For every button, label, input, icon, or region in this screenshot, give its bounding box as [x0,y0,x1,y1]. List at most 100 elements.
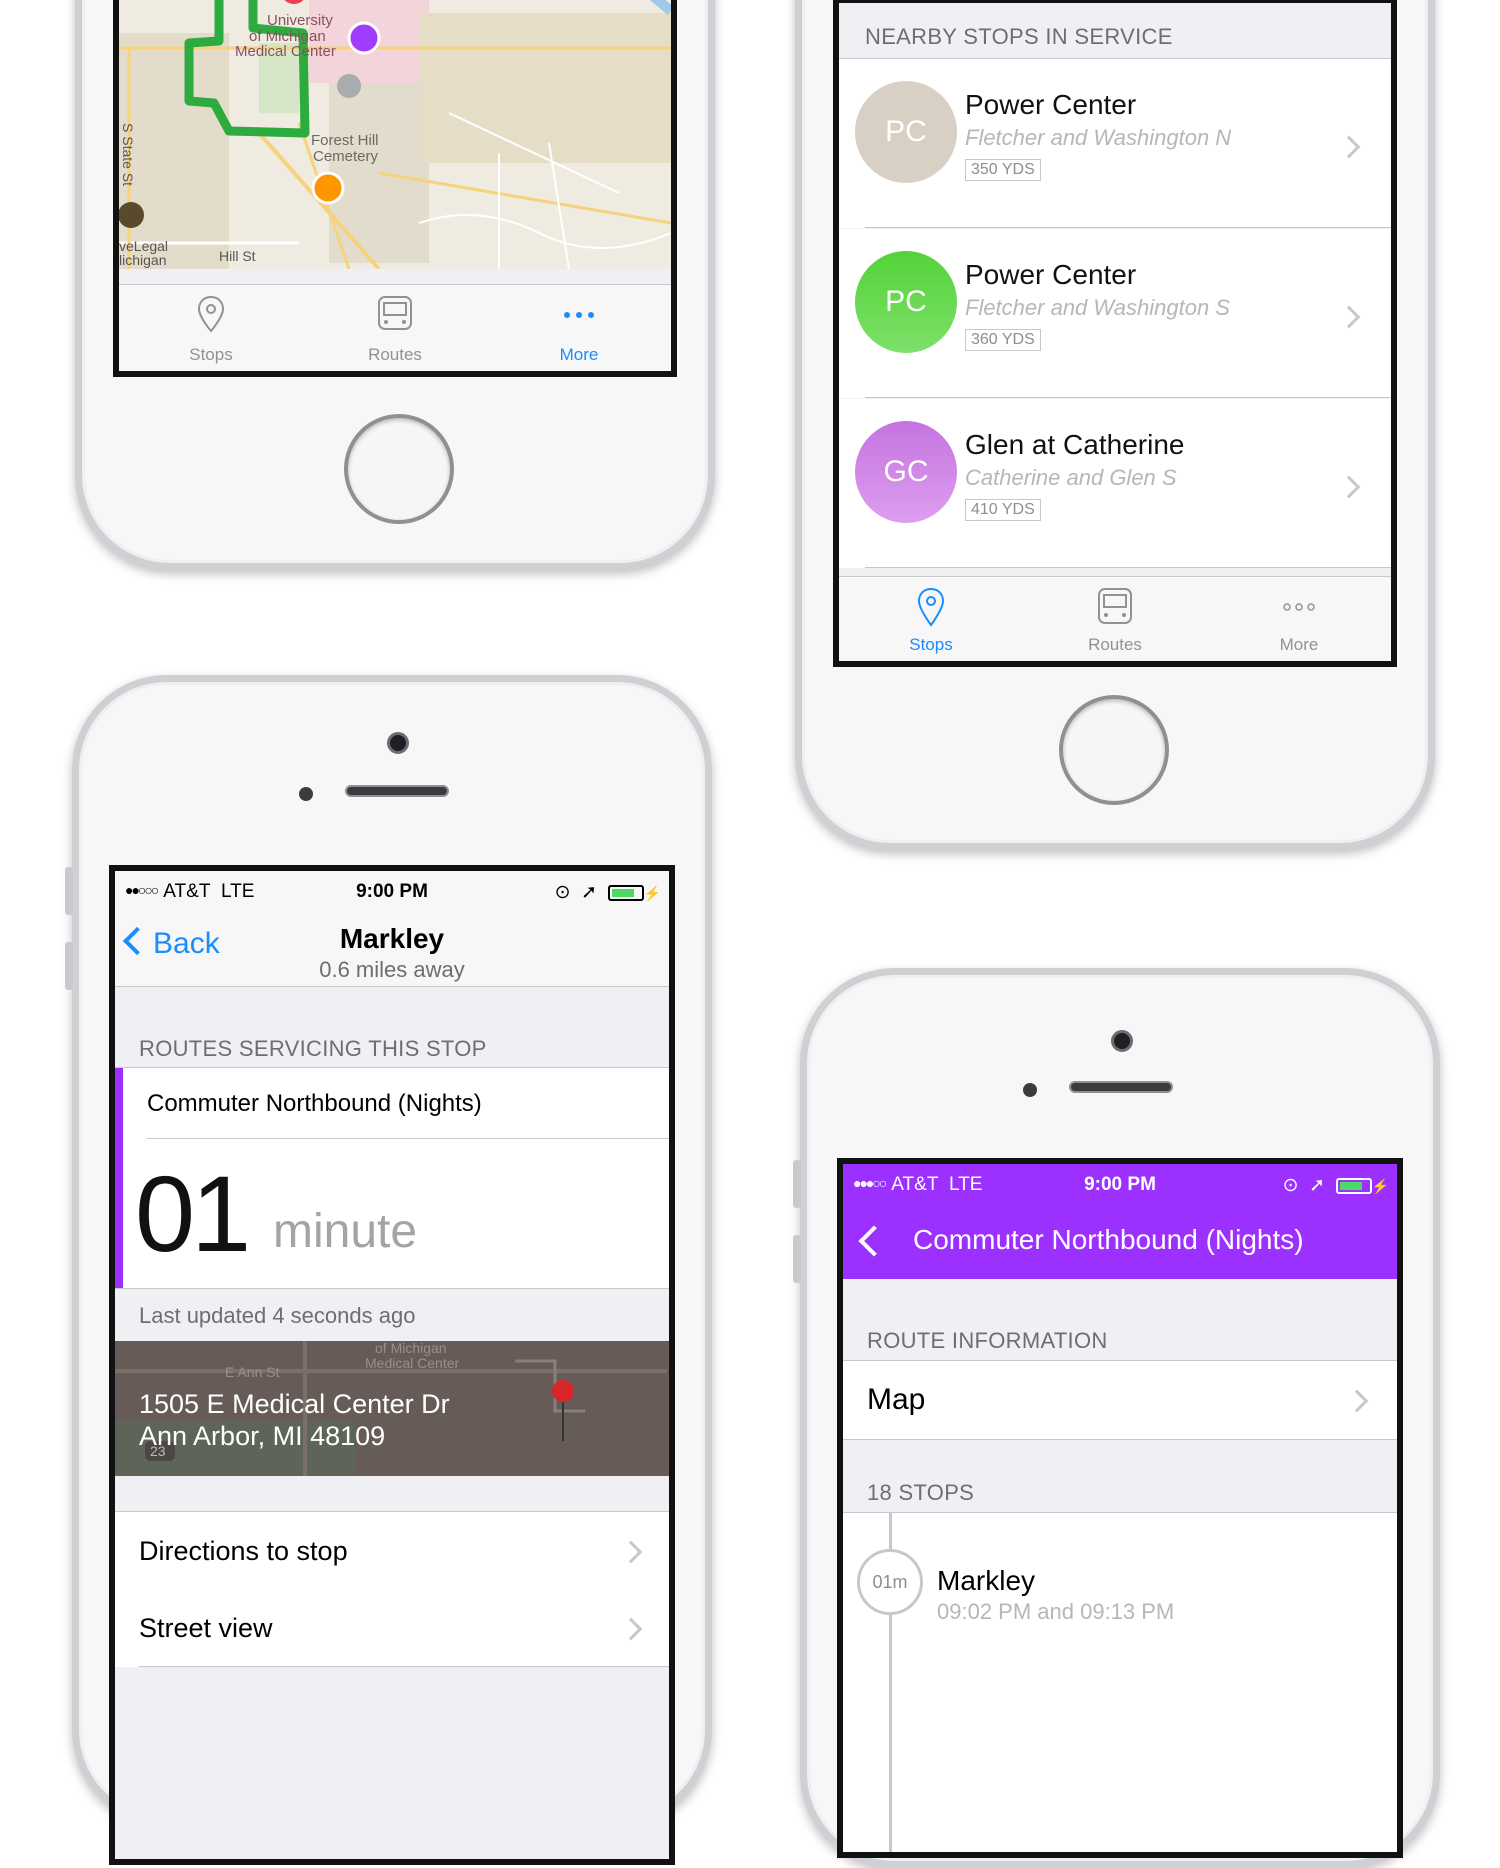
address-line1: 1505 E Medical Center Dr [139,1389,450,1419]
tab-label: More [559,345,599,364]
countdown-value: 01 [135,1153,251,1274]
stop-distance-badge: 350 YDS [965,159,1041,181]
stop-row[interactable]: PC Power Center Fletcher and Washington … [839,229,1391,398]
stop-cross-streets: Fletcher and Washington N [965,125,1232,150]
front-camera [1111,1030,1133,1052]
page-subtitle: 0.6 miles away [319,957,465,982]
stop-row[interactable]: PC Power Center Fletcher and Washington … [839,59,1391,228]
status-bar: ●●○○○ AT&T LTE 9:00 PM ⊙ ➚ ⚡ [115,871,669,913]
earpiece-speaker [345,785,449,797]
phone-nearby-stops: NEARBY STOPS IN SERVICE PC Power Center … [795,0,1435,850]
location-arrow-icon: ➚ [1309,1175,1325,1196]
stops-count-header: 18 STOPS [867,1480,975,1505]
countdown-unit: minute [273,1205,418,1258]
tab-more[interactable]: More [487,285,671,371]
page-title: Markley [339,923,445,954]
route-card[interactable]: Commuter Northbound (Nights) 01 minute [115,1067,669,1289]
phone-screen: NEARBY STOPS IN SERVICE PC Power Center … [833,0,1397,667]
location-arrow-icon: ➚ [581,882,597,903]
tab-label: Stops [909,635,953,654]
route-color-bar [115,1068,123,1288]
tab-routes[interactable]: Routes [1023,577,1207,661]
proximity-sensor [1023,1083,1037,1097]
bus-icon [1098,588,1132,624]
map-graphics: University of Michigan Medical Center Fo… [119,0,671,269]
tab-label: Routes [1088,635,1142,654]
stop-distance-badge: 360 YDS [965,329,1041,351]
svg-text:Medical Center: Medical Center [235,43,336,60]
route-map[interactable]: University of Michigan Medical Center Fo… [119,0,671,269]
svg-text:Hill St: Hill St [219,248,256,264]
tab-bar: Stops Routes More [839,576,1391,661]
route-stop-row[interactable]: 01m Markley 09:02 PM and 09:13 PM [843,1512,1397,1852]
chevron-right-icon [619,1617,643,1641]
route-info-header: ROUTE INFORMATION [867,1328,1108,1353]
address-line2: Ann Arbor, MI 48109 [139,1421,386,1451]
battery-icon [1335,1177,1372,1194]
proximity-sensor [299,787,313,801]
charging-icon: ⚡ [1371,1178,1389,1194]
stop-avatar: PC [855,81,957,183]
route-name: Commuter Northbound (Nights) [147,1090,482,1117]
map-row[interactable]: Map [843,1360,1397,1440]
tab-routes[interactable]: Routes [303,285,487,371]
row-label: Map [867,1383,926,1416]
stop-location-map[interactable]: of Michigan Medical Center E Ann St 23 1… [115,1341,669,1476]
charging-icon: ⚡ [643,885,661,901]
home-button[interactable] [344,414,454,524]
stop-row[interactable]: GC Glen at Catherine Catherine and Glen … [839,399,1391,568]
navigation-bar: ●●○○○ AT&T LTE 9:00 PM ⊙ ➚ ⚡ Back Markley… [115,871,669,987]
home-button[interactable] [1059,695,1169,805]
phone-stop-detail: ●●○○○ AT&T LTE 9:00 PM ⊙ ➚ ⚡ Back Markley… [65,675,712,1865]
earpiece-speaker [1069,1081,1173,1093]
rotation-lock-icon: ⊙ [554,882,571,903]
tab-stops[interactable]: Stops [839,577,1023,661]
stop-eta: 01m [872,1572,908,1592]
tab-label: Routes [368,345,422,364]
stop-name: Power Center [965,259,1137,290]
phone-map-screen: University of Michigan Medical Center Fo… [75,0,715,570]
map-pin-icon [917,587,945,627]
stop-eta-badge: 01m [857,1549,923,1615]
chevron-right-icon [1337,305,1361,329]
svg-text:lichigan: lichigan [119,252,166,268]
svg-text:Medical Center: Medical Center [365,1355,459,1371]
bus-icon [378,296,412,330]
phone-route-detail: ●●●○○ AT&T LTE 9:00 PM ⊙ ➚ ⚡ Commuter Nor… [793,968,1440,1868]
stop-cross-streets: Catherine and Glen S [965,465,1177,490]
phone-screen: University of Michigan Medical Center Fo… [113,0,677,377]
street-view-row[interactable]: Street view [115,1589,669,1667]
more-icon [1283,603,1315,611]
tab-label: Stops [189,345,233,364]
map-pin-icon [197,295,225,333]
last-updated: Last updated 4 seconds ago [139,1303,416,1328]
stop-distance-badge: 410 YDS [965,499,1041,521]
tab-stops[interactable]: Stops [119,285,303,371]
map-label-university: University [267,12,333,29]
phone-screen: ●●○○○ AT&T LTE 9:00 PM ⊙ ➚ ⚡ Back Markley… [109,865,675,1865]
section-header: ROUTES SERVICING THIS STOP [139,1036,487,1061]
stop-name: Markley [937,1565,1036,1596]
status-bar: ●●●○○ AT&T LTE 9:00 PM ⊙ ➚ ⚡ [843,1164,1397,1206]
tab-more[interactable]: More [1207,577,1391,661]
tab-bar: Stops Routes More [119,284,671,371]
row-label: Street view [139,1613,273,1643]
directions-row[interactable]: Directions to stop [115,1511,669,1590]
stop-avatar: GC [855,421,957,523]
more-icon [564,312,594,318]
back-button[interactable] [858,1225,890,1257]
svg-text:Forest Hill: Forest Hill [311,132,379,149]
chevron-right-icon [1345,1389,1369,1413]
svg-text:of Michigan: of Michigan [375,1341,447,1356]
chevron-right-icon [619,1540,643,1564]
phone-screen: ●●●○○ AT&T LTE 9:00 PM ⊙ ➚ ⚡ Commuter Nor… [837,1158,1403,1858]
page-title: Commuter Northbound (Nights) [913,1224,1304,1255]
stop-name: Power Center [965,89,1137,120]
chevron-right-icon [1337,475,1361,499]
stop-avatar: PC [855,251,957,353]
svg-text:E Ann St: E Ann St [225,1364,280,1380]
battery-icon [607,884,644,901]
chevron-right-icon [1337,135,1361,159]
stop-times: 09:02 PM and 09:13 PM [937,1599,1175,1624]
stop-cross-streets: Fletcher and Washington S [965,295,1230,320]
